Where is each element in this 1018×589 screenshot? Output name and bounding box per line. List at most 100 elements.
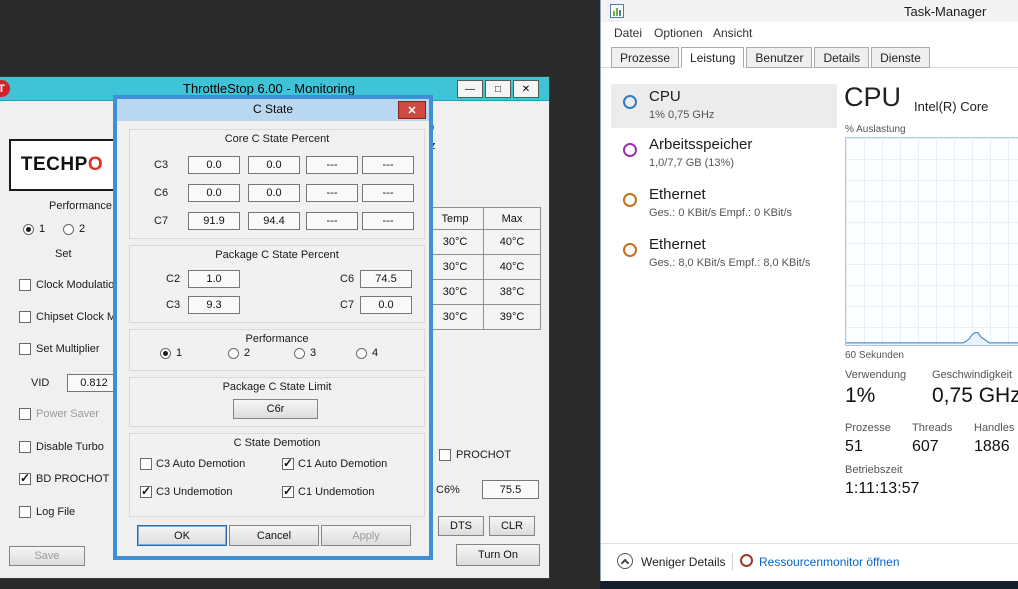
checkbox-label: Set Multiplier: [36, 343, 100, 355]
log-file-checkbox[interactable]: Log File: [19, 506, 75, 518]
tab-benutzer[interactable]: Benutzer: [746, 47, 813, 68]
c1-undemotion-checkbox[interactable]: C1 Undemotion: [282, 484, 375, 498]
cpu-panel-title: CPU: [844, 82, 902, 112]
disable-turbo-checkbox[interactable]: Disable Turbo: [19, 441, 104, 453]
checkbox-label: C3 Undemotion: [156, 486, 233, 498]
package-value-field: 74.5: [360, 270, 412, 288]
performance-radio-2[interactable]: 2: [228, 347, 250, 359]
stat-label-geschwindigkeit: Geschwindigkeit: [932, 369, 1013, 381]
cstate-dialog-title: C State: [252, 102, 294, 116]
power-saver-checkbox[interactable]: Power Saver: [19, 408, 99, 420]
taskmanager-window: Task-Manager Datei Optionen Ansicht Proz…: [600, 0, 1018, 581]
group-title: Package C State Percent: [215, 249, 339, 261]
maximize-button[interactable]: □: [485, 80, 511, 98]
sidebar-item-arbeitsspeicher[interactable]: Arbeitsspeicher 1,0/7,7 GB (13%): [611, 132, 837, 176]
stat-label-threads: Threads: [912, 422, 953, 434]
ok-button[interactable]: OK: [137, 525, 227, 546]
footer-divider: [732, 553, 733, 570]
cpu-graph-icon: [623, 95, 637, 109]
checkbox-box: [19, 441, 31, 453]
sidebar-item-cpu[interactable]: CPU 1% 0,75 GHz: [611, 84, 837, 128]
save-button[interactable]: Save: [9, 546, 85, 566]
checkbox-label: C1 Undemotion: [298, 486, 375, 498]
logo-text-red: O: [87, 154, 104, 175]
turn-on-button[interactable]: Turn On: [456, 544, 540, 566]
bd-prochot-checkbox[interactable]: BD PROCHOT: [19, 471, 109, 485]
sidebar-item-detail: Ges.: 0 KBit/s Empf.: 0 KBit/s: [649, 207, 793, 219]
c6-percent-field[interactable]: 75.5: [482, 480, 539, 499]
stat-value-prozesse: 51: [845, 438, 863, 455]
set-multiplier-checkbox[interactable]: Set Multiplier: [19, 343, 100, 355]
checkbox-box: [19, 471, 31, 485]
radio-label: 2: [244, 347, 251, 359]
performance-radio-1[interactable]: 1: [160, 347, 182, 359]
radio-label: 2: [79, 223, 86, 235]
clock-modulation-checkbox[interactable]: Clock Modulation: [19, 279, 120, 291]
tab-details[interactable]: Details: [814, 47, 870, 68]
c3-undemotion-checkbox[interactable]: C3 Undemotion: [140, 484, 233, 498]
minimize-button[interactable]: —: [457, 80, 483, 98]
c1-auto-demotion-checkbox[interactable]: C1 Auto Demotion: [282, 456, 387, 470]
temp-cell: 30°C: [427, 230, 484, 255]
stat-label-verwendung: Verwendung: [845, 369, 907, 381]
radio-circle: [228, 347, 239, 359]
menu-optionen[interactable]: Optionen: [654, 26, 703, 40]
dialog-close-button[interactable]: ✕: [398, 101, 426, 119]
graph-y-label: % Auslastung: [845, 124, 906, 135]
toggle-details-button[interactable]: Weniger Details: [601, 544, 729, 581]
taskmanager-titlebar[interactable]: Task-Manager: [601, 0, 1018, 22]
sidebar-item-name: Ethernet: [649, 236, 706, 253]
table-header-max: Max: [484, 208, 541, 230]
cancel-button[interactable]: Cancel: [229, 525, 319, 546]
temp-cell: 30°C: [427, 280, 484, 305]
sidebar-item-ethernet-2[interactable]: Ethernet Ges.: 8,0 KBit/s Empf.: 8,0 KBi…: [611, 232, 837, 276]
taskmanager-icon: [610, 4, 624, 18]
tab-prozesse[interactable]: Prozesse: [611, 47, 680, 68]
stat-value-verwendung: 1%: [845, 384, 876, 407]
temp-cell: 30°C: [427, 255, 484, 280]
tab-leistung[interactable]: Leistung: [681, 47, 745, 68]
stat-value-geschwindigkeit: 0,75 GHz: [932, 384, 1018, 407]
cpu-usage-graph: [845, 137, 1018, 346]
checkbox-box: [19, 279, 31, 291]
checkbox-label: Clock Modulation: [36, 279, 121, 291]
c6r-button[interactable]: C6r: [233, 399, 318, 419]
table-row: 30°C 39°C: [427, 305, 541, 330]
performance-radio-3[interactable]: 3: [294, 347, 316, 359]
profile-radio-2[interactable]: 2: [63, 223, 85, 235]
throttlestop-app-icon: T: [0, 80, 10, 97]
menu-datei[interactable]: Datei: [614, 26, 642, 40]
checkbox-box: [140, 458, 152, 470]
resource-monitor-link[interactable]: Ressourcenmonitor öffnen: [759, 555, 900, 569]
checkbox-label: PROCHOT: [456, 449, 511, 461]
radio-label: 1: [176, 347, 183, 359]
clr-button[interactable]: CLR: [489, 516, 535, 536]
sidebar-item-name: Ethernet: [649, 186, 706, 203]
row-label: C7: [340, 299, 355, 311]
apply-button[interactable]: Apply: [321, 525, 411, 546]
set-heading: Set: [55, 248, 72, 260]
collapse-details-icon: [617, 553, 633, 569]
radio-circle: [294, 347, 305, 359]
checkbox-label: Log File: [36, 506, 76, 518]
chipset-clock-mod-checkbox[interactable]: Chipset Clock Mod: [19, 311, 128, 323]
checkbox-box: [439, 449, 451, 461]
row-label: C2: [166, 273, 181, 285]
prochot-checkbox[interactable]: PROCHOT: [439, 449, 511, 461]
tabstrip: Prozesse Leistung Benutzer Details Diens…: [611, 47, 932, 68]
group-title: Package C State Limit: [222, 381, 332, 393]
radio-circle: [356, 347, 367, 359]
close-button[interactable]: ✕: [513, 80, 539, 98]
performance-group: Performance 1 2 3 4: [129, 329, 425, 371]
sidebar-item-ethernet-1[interactable]: Ethernet Ges.: 0 KBit/s Empf.: 0 KBit/s: [611, 182, 837, 226]
tab-dienste[interactable]: Dienste: [871, 47, 930, 68]
package-value-field: 0.0: [360, 296, 412, 314]
group-title: Performance: [245, 333, 309, 345]
radio-label: 4: [372, 347, 379, 359]
dts-button[interactable]: DTS: [438, 516, 484, 536]
menu-ansicht[interactable]: Ansicht: [713, 26, 752, 40]
package-value-field: 1.0: [188, 270, 240, 288]
c3-auto-demotion-checkbox[interactable]: C3 Auto Demotion: [140, 458, 245, 470]
performance-radio-4[interactable]: 4: [356, 347, 378, 359]
profile-radio-1[interactable]: 1: [23, 223, 45, 235]
